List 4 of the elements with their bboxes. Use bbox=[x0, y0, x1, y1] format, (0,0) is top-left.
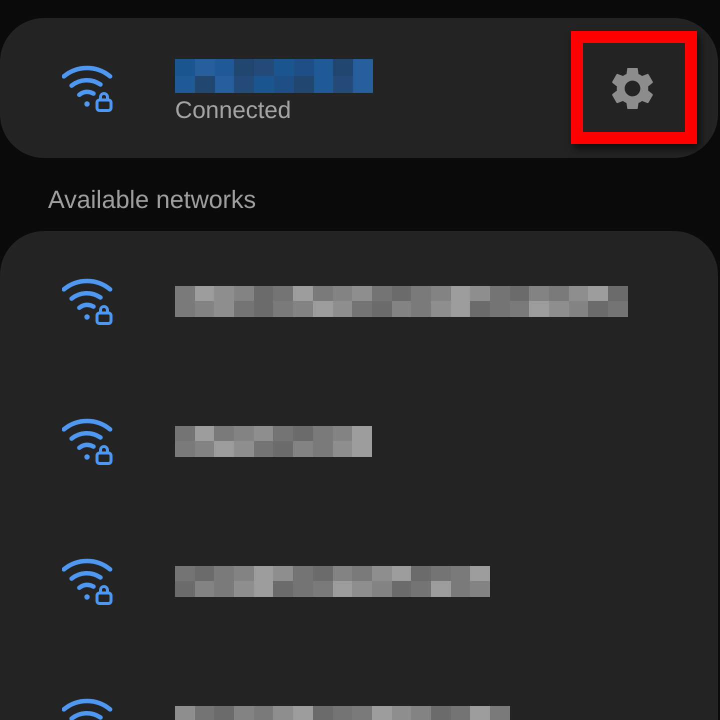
section-heading: Available networks bbox=[48, 185, 256, 216]
connection-status: Connected bbox=[175, 96, 292, 126]
connected-network-card[interactable]: Connected bbox=[0, 18, 718, 158]
gear-icon bbox=[612, 68, 652, 108]
